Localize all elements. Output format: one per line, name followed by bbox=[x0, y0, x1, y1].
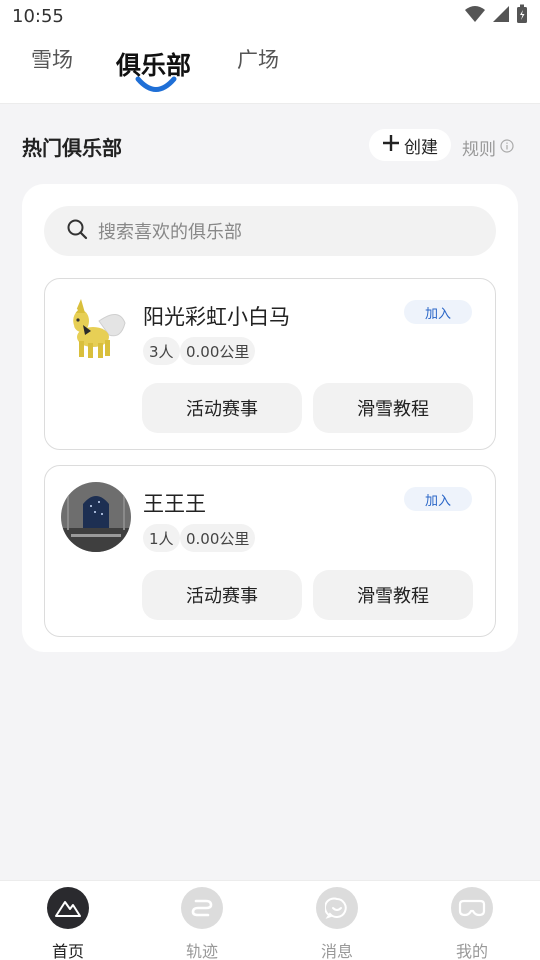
club-avatar bbox=[61, 482, 131, 552]
plus-icon bbox=[382, 134, 400, 157]
create-label: 创建 bbox=[404, 137, 438, 158]
club-name: 阳光彩虹小白马 bbox=[143, 305, 290, 329]
distance-badge: 0.00公里 bbox=[180, 337, 256, 365]
search-icon bbox=[66, 218, 88, 244]
goggles-icon bbox=[451, 887, 493, 929]
nav-track[interactable]: 轨迹 bbox=[162, 887, 242, 960]
club-avatar bbox=[61, 295, 131, 365]
tutorial-button[interactable]: 滑雪教程 bbox=[313, 383, 473, 433]
search-placeholder: 搜索喜欢的俱乐部 bbox=[98, 222, 242, 243]
info-icon bbox=[500, 138, 514, 158]
tab-active-indicator bbox=[133, 74, 179, 96]
nav-profile[interactable]: 我的 bbox=[432, 887, 512, 960]
nav-profile-label: 我的 bbox=[455, 942, 488, 960]
signal-icon bbox=[492, 5, 510, 27]
top-tabs: 雪场 俱乐部 广场 bbox=[0, 40, 540, 100]
nav-home[interactable]: 首页 bbox=[28, 887, 108, 960]
distance-badge: 0.00公里 bbox=[180, 524, 256, 552]
mountain-icon bbox=[47, 887, 89, 929]
club-name: 王王王 bbox=[143, 492, 206, 516]
join-button[interactable]: 加入 bbox=[404, 300, 472, 324]
search-input[interactable]: 搜索喜欢的俱乐部 bbox=[44, 206, 496, 256]
tutorial-button[interactable]: 滑雪教程 bbox=[313, 570, 473, 620]
section-header: 热门俱乐部 创建 规则 bbox=[22, 128, 522, 168]
status-time: 10:55 bbox=[12, 6, 64, 27]
create-club-button[interactable]: 创建 bbox=[369, 129, 451, 161]
join-button[interactable]: 加入 bbox=[404, 487, 472, 511]
section-title: 热门俱乐部 bbox=[22, 136, 122, 160]
rules-label: 规则 bbox=[462, 140, 496, 160]
nav-messages[interactable]: 消息 bbox=[297, 887, 377, 960]
rules-link[interactable]: 规则 bbox=[462, 135, 514, 160]
tab-ski-resort[interactable]: 雪场 bbox=[31, 44, 73, 74]
club-card[interactable]: 阳光彩虹小白马 加入 3人 0.00公里 活动赛事 滑雪教程 bbox=[44, 278, 496, 450]
tab-plaza[interactable]: 广场 bbox=[237, 44, 279, 74]
events-button[interactable]: 活动赛事 bbox=[142, 570, 302, 620]
track-icon bbox=[181, 887, 223, 929]
message-icon bbox=[316, 887, 358, 929]
bottom-nav: 首页 轨迹 消息 我的 bbox=[0, 880, 540, 960]
club-card[interactable]: 王王王 加入 1人 0.00公里 活动赛事 滑雪教程 bbox=[44, 465, 496, 637]
member-count: 1人 bbox=[143, 524, 180, 552]
nav-messages-label: 消息 bbox=[320, 942, 353, 960]
top-header: 10:55 雪场 俱乐部 广场 bbox=[0, 0, 540, 104]
events-button[interactable]: 活动赛事 bbox=[142, 383, 302, 433]
club-panel: 搜索喜欢的俱乐部 阳光彩虹小白马 加入 3人 0.00公里 活动赛事 滑雪教程 … bbox=[22, 184, 518, 652]
wifi-icon bbox=[464, 5, 486, 27]
battery-icon bbox=[516, 4, 528, 28]
nav-home-label: 首页 bbox=[51, 942, 84, 960]
status-icons bbox=[464, 4, 528, 28]
nav-track-label: 轨迹 bbox=[185, 942, 218, 960]
member-count: 3人 bbox=[143, 337, 180, 365]
status-bar: 10:55 bbox=[0, 0, 540, 34]
